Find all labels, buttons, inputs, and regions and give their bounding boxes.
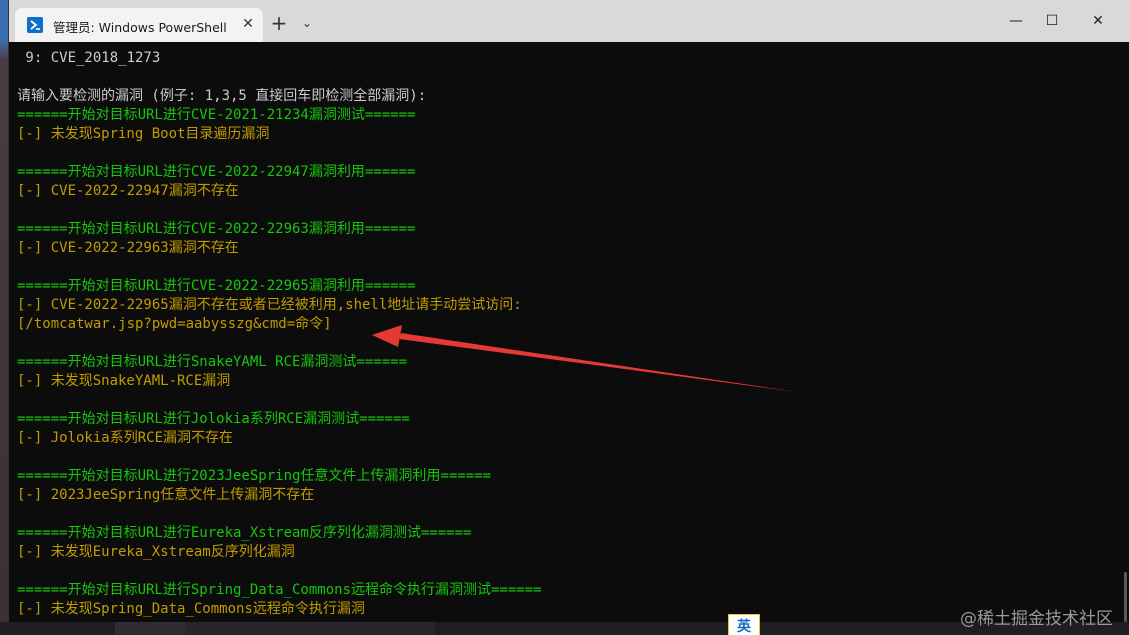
tab-close-icon[interactable]: ✕ (238, 14, 258, 34)
tab-powershell[interactable]: 管理员: Windows PowerShell ✕ (15, 8, 263, 42)
new-tab-icon[interactable]: + (269, 13, 289, 33)
terminal-line: 请输入要检测的漏洞 (例子: 1,3,5 直接回车即检测全部漏洞): (17, 88, 427, 104)
terminal-line: [-] 2023JeeSpring任意文件上传漏洞不存在 (17, 487, 315, 503)
maximize-button[interactable]: ☐ (1029, 6, 1075, 36)
terminal-line: ======开始对目标URL进行SnakeYAML RCE漏洞测试====== (17, 354, 408, 370)
taskbar-item[interactable] (115, 622, 185, 635)
desktop-background-strip (0, 0, 9, 635)
chevron-down-icon[interactable]: ⌄ (299, 13, 315, 33)
terminal-line: [-] 未发现SnakeYAML-RCE漏洞 (17, 373, 231, 389)
desktop: 管理员: Windows PowerShell ✕ + ⌄ — ☐ ✕ 9: C… (0, 0, 1129, 635)
terminal-line: [-] 未发现Spring Boot目录遍历漏洞 (17, 126, 270, 142)
terminal-line: ======开始对目标URL进行CVE-2022-22947漏洞利用====== (17, 164, 416, 180)
terminal-line: ======开始对目标URL进行CVE-2022-22963漏洞利用====== (17, 221, 416, 237)
watermark: @稀土掘金技术社区 (960, 609, 1113, 629)
terminal-line: [/tomcatwar.jsp?pwd=aabysszg&cmd=命令] (17, 316, 332, 332)
terminal-line: [-] CVE-2022-22963漏洞不存在 (17, 240, 239, 256)
terminal-line: ======开始对目标URL进行CVE-2022-22965漏洞利用====== (17, 278, 416, 294)
taskbar-item[interactable] (185, 622, 435, 635)
terminal-line: ======开始对目标URL进行Spring_Data_Commons远程命令执… (17, 582, 542, 598)
terminal-line: [-] Jolokia系列RCE漏洞不存在 (17, 430, 234, 446)
ime-indicator[interactable]: 英 (728, 614, 760, 635)
terminal-line: 9: CVE_2018_1273 (17, 50, 161, 66)
terminal-line: [-] CVE-2022-22947漏洞不存在 (17, 183, 239, 199)
terminal-line: [-] 未发现Spring_Data_Commons远程命令执行漏洞 (17, 601, 365, 617)
terminal-line: ======开始对目标URL进行Jolokia系列RCE漏洞测试====== (17, 411, 410, 427)
powershell-window: 管理员: Windows PowerShell ✕ + ⌄ — ☐ ✕ 9: C… (9, 0, 1129, 622)
terminal-output[interactable]: 9: CVE_2018_1273 请输入要检测的漏洞 (例子: 1,3,5 直接回… (9, 42, 1129, 622)
terminal-line: ======开始对目标URL进行Eureka_Xstream反序列化漏洞测试==… (17, 525, 472, 541)
terminal-line: [-] CVE-2022-22965漏洞不存在或者已经被利用,shell地址请手… (17, 297, 522, 313)
scrollbar[interactable] (1124, 572, 1127, 622)
terminal-line: ======开始对目标URL进行2023JeeSpring任意文件上传漏洞利用=… (17, 468, 492, 484)
powershell-icon (27, 17, 43, 33)
close-button[interactable]: ✕ (1075, 6, 1121, 36)
terminal-line: ======开始对目标URL进行CVE-2021-21234漏洞测试====== (17, 107, 416, 123)
title-bar[interactable]: 管理员: Windows PowerShell ✕ + ⌄ — ☐ ✕ (9, 0, 1129, 42)
terminal-line: [-] 未发现Eureka_Xstream反序列化漏洞 (17, 544, 295, 560)
tab-title: 管理员: Windows PowerShell (53, 20, 227, 35)
